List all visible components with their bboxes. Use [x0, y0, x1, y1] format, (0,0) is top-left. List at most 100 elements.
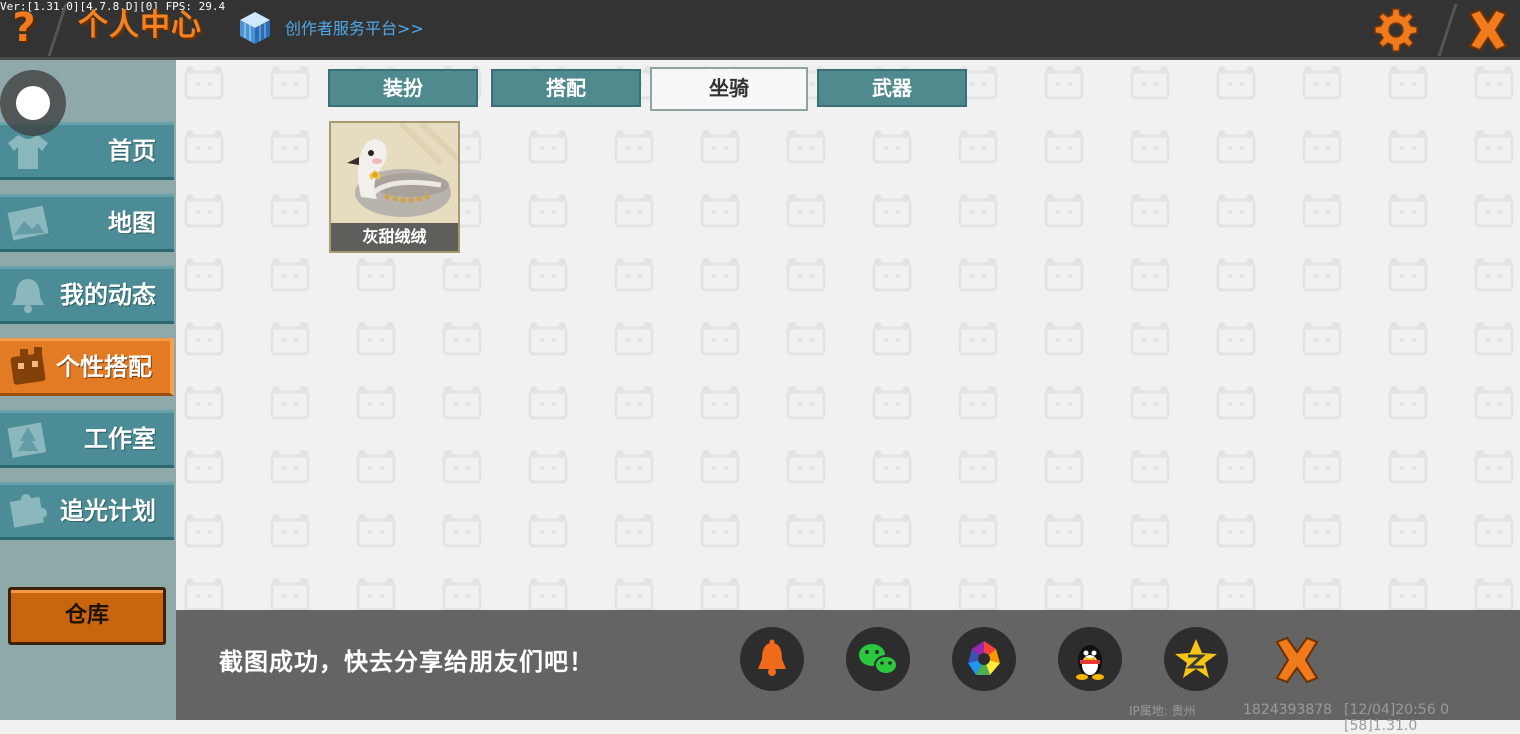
sidebar-item-label: 地图 — [108, 209, 156, 237]
watermark-icon — [1474, 450, 1514, 484]
share-moments-button[interactable] — [952, 627, 1016, 691]
close-icon[interactable] — [1269, 634, 1325, 686]
watermark-icon — [528, 130, 568, 164]
watermark-icon — [872, 130, 912, 164]
watermark-icon — [1302, 386, 1342, 420]
watermark-icon — [872, 258, 912, 292]
watermark-icon — [1474, 130, 1514, 164]
watermark-icon — [1388, 450, 1428, 484]
watermark-icon — [528, 194, 568, 228]
wechat-icon — [859, 644, 898, 675]
watermark-icon — [270, 322, 310, 356]
watermark-icon — [184, 258, 224, 292]
watermark-icon — [872, 450, 912, 484]
tree-book-icon — [7, 422, 47, 458]
gear-icon[interactable] — [1372, 6, 1420, 54]
watermark-icon — [356, 386, 396, 420]
tab-mount[interactable]: 坐骑 — [650, 67, 808, 111]
ip-location: IP属地: 贵州 — [1129, 704, 1196, 718]
watermark-icon — [614, 578, 654, 612]
watermark-icon — [786, 514, 826, 548]
qq-icon — [1076, 645, 1104, 680]
watermark-icon — [958, 258, 998, 292]
sidebar-item-personal-style[interactable]: 个性搭配 — [0, 338, 174, 396]
watermark-icon — [442, 514, 482, 548]
watermark-icon — [356, 450, 396, 484]
share-qq-button[interactable] — [1058, 627, 1122, 691]
watermark-icon — [958, 322, 998, 356]
watermark-icon — [184, 450, 224, 484]
watermark-icon — [786, 386, 826, 420]
creator-platform-link[interactable]: 创作者服务平台>> — [285, 18, 424, 40]
watermark-icon — [270, 386, 310, 420]
share-wechat-button[interactable] — [846, 627, 910, 691]
watermark-icon — [786, 130, 826, 164]
goose-mount-image — [331, 123, 458, 223]
watermark-icon — [872, 514, 912, 548]
mount-card[interactable]: 灰甜绒绒 — [329, 121, 460, 253]
watermark-icon — [356, 578, 396, 612]
warehouse-button[interactable]: 仓库 — [8, 587, 166, 645]
watermark-icon — [356, 514, 396, 548]
watermark-icon — [442, 450, 482, 484]
watermark-icon — [270, 66, 310, 100]
sidebar-item-chase-light[interactable]: 追光计划 — [0, 482, 174, 540]
sidebar-item-label: 工作室 — [84, 425, 156, 453]
share-notify-button[interactable] — [740, 627, 804, 691]
tab-combination[interactable]: 搭配 — [491, 69, 641, 107]
watermark-icon — [1302, 130, 1342, 164]
watermark-icon — [1130, 322, 1170, 356]
watermark-icon — [700, 194, 740, 228]
watermark-icon — [1388, 194, 1428, 228]
mount-name: 灰甜绒绒 — [331, 223, 458, 251]
watermark-icon — [872, 386, 912, 420]
watermark-icon — [1388, 130, 1428, 164]
watermark-icon — [1474, 258, 1514, 292]
watermark-icon — [1302, 258, 1342, 292]
watermark-icon — [1044, 450, 1084, 484]
watermark-icon — [1130, 578, 1170, 612]
watermark-icon — [1388, 322, 1428, 356]
tab-outfit[interactable]: 装扮 — [328, 69, 478, 107]
watermark-icon — [1130, 194, 1170, 228]
tab-weapon[interactable]: 武器 — [817, 69, 967, 107]
watermark-icon — [1302, 66, 1342, 100]
watermark-icon — [1216, 514, 1256, 548]
watermark-icon — [1388, 258, 1428, 292]
close-icon[interactable] — [1462, 6, 1514, 54]
sidebar-item-studio[interactable]: 工作室 — [0, 410, 174, 468]
sidebar-item-my-feed[interactable]: 我的动态 — [0, 266, 174, 324]
sidebar-item-label: 我的动态 — [60, 281, 156, 309]
watermark-icon — [872, 194, 912, 228]
watermark-icon — [1388, 514, 1428, 548]
share-message: 截图成功，快去分享给朋友们吧！ — [219, 648, 594, 676]
sidebar-item-map[interactable]: 地图 — [0, 194, 174, 252]
watermark-icon — [184, 66, 224, 100]
watermark-icon — [958, 386, 998, 420]
watermark-icon — [1216, 194, 1256, 228]
moments-icon — [968, 641, 1000, 675]
watermark-icon — [1216, 66, 1256, 100]
watermark-icon — [1130, 386, 1170, 420]
help-button[interactable]: ? — [6, 6, 42, 50]
floating-assist-button[interactable] — [0, 70, 66, 136]
watermark-icon — [1388, 386, 1428, 420]
watermark-icon — [1216, 322, 1256, 356]
watermark-icon — [1474, 514, 1514, 548]
watermark-icon — [958, 578, 998, 612]
cube-icon[interactable] — [238, 10, 272, 46]
watermark-icon — [1130, 450, 1170, 484]
qzone-icon — [1175, 639, 1217, 678]
watermark-icon — [1130, 66, 1170, 100]
watermark-icon — [270, 130, 310, 164]
watermark-icon — [614, 130, 654, 164]
watermark-icon — [1302, 578, 1342, 612]
share-qzone-button[interactable] — [1164, 627, 1228, 691]
watermark-icon — [1302, 322, 1342, 356]
header-divider — [1437, 4, 1458, 56]
watermark-icon — [1130, 258, 1170, 292]
watermark-icon — [1044, 386, 1084, 420]
map-icon — [7, 205, 49, 241]
watermark-icon — [528, 578, 568, 612]
watermark-icon — [184, 578, 224, 612]
